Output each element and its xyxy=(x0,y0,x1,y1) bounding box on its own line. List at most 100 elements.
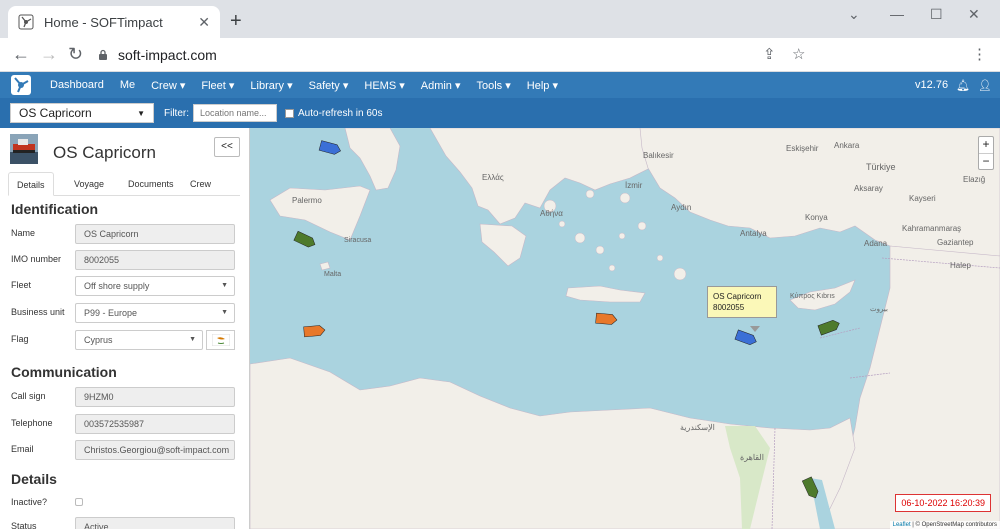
back-icon[interactable]: ← xyxy=(12,44,30,65)
close-window-icon[interactable]: ✕ xyxy=(968,6,980,23)
nav-tools[interactable]: Tools ▾ xyxy=(477,79,511,92)
vessel-title: OS Capricorn xyxy=(53,143,156,162)
reload-icon[interactable]: ↻ xyxy=(68,44,83,65)
details-heading: Details xyxy=(11,471,57,487)
logo-icon xyxy=(11,75,31,95)
email-label: Email xyxy=(11,444,34,454)
identification-heading: Identification xyxy=(11,201,99,217)
zoom-out-button[interactable]: − xyxy=(979,153,993,169)
vessel-header: OS Capricorn << xyxy=(10,134,240,170)
browser-tabstrip: Home - SOFTimpact ✕ + ⌄ — ☐ ✕ xyxy=(0,0,1000,38)
url-text: soft-impact.com xyxy=(118,47,217,63)
flag-select[interactable]: Cyprus ▼ xyxy=(75,330,203,350)
nav-help[interactable]: Help ▾ xyxy=(527,79,558,92)
autorefresh-checkbox[interactable] xyxy=(285,108,294,118)
telephone-label: Telephone xyxy=(11,418,53,428)
softimpact-logo[interactable] xyxy=(6,72,36,98)
label-turkiye: Türkiye xyxy=(866,162,896,172)
chevron-down-icon: ▼ xyxy=(137,108,145,118)
label-ankara: Ankara xyxy=(834,141,860,150)
nav-dashboard[interactable]: Dashboard xyxy=(50,79,104,91)
imo-row: IMO number 8002055 xyxy=(11,250,236,270)
label-malta: Malta xyxy=(324,271,341,278)
nav-fleet[interactable]: Fleet ▾ xyxy=(201,79,234,92)
name-field[interactable]: OS Capricorn xyxy=(75,224,235,244)
inactive-row: Inactive? xyxy=(11,493,236,513)
telephone-field[interactable]: 003572535987 xyxy=(75,414,235,434)
nav-me[interactable]: Me xyxy=(120,79,135,91)
location-filter-input[interactable] xyxy=(193,104,277,122)
address-bar: ← → ↻ soft-impact.com ⇪ ☆ ⋮ xyxy=(0,38,1000,72)
vessel-select[interactable]: OS Capricorn ▼ xyxy=(10,103,154,123)
share-icon[interactable]: ⇪ xyxy=(763,45,776,63)
lock-icon xyxy=(99,49,107,60)
tab-details[interactable]: Details xyxy=(8,172,54,196)
business-unit-select[interactable]: P99 - Europe ▼ xyxy=(75,303,235,323)
map-attribution: Leaflet | © OpenStreetMap contributors xyxy=(889,521,1000,529)
label-antalya: Antalya xyxy=(740,229,767,238)
label-athens: Αθήνα xyxy=(540,209,563,218)
label-elazig: Elazığ xyxy=(963,175,985,184)
tab-search-icon[interactable]: ⌄ xyxy=(848,6,860,23)
vessel-popup[interactable]: OS Capricorn 8002055 xyxy=(707,286,777,318)
label-beirut: بيروت xyxy=(870,306,888,313)
bookmark-star-icon[interactable]: ☆ xyxy=(792,45,805,63)
communication-heading: Communication xyxy=(11,364,117,380)
browser-tab[interactable]: Home - SOFTimpact ✕ xyxy=(8,6,220,38)
filter-label: Filter: xyxy=(164,107,189,119)
label-aksaray: Aksaray xyxy=(854,184,883,193)
forward-icon[interactable]: → xyxy=(40,44,58,65)
business-unit-label: Business unit xyxy=(11,307,65,317)
collapse-panel-button[interactable]: << xyxy=(214,137,240,157)
panel-tabs: Details Voyage Documents Crew xyxy=(8,172,240,196)
cyprus-flag-icon xyxy=(206,330,235,350)
tab-title: Home - SOFTimpact xyxy=(44,14,163,30)
label-cairo: القاهرة xyxy=(740,453,764,462)
status-field[interactable]: Active xyxy=(75,517,235,529)
fleet-map[interactable]: Balıkesir Türkiye Eskişehir Ankara Aksar… xyxy=(250,128,1000,529)
autorefresh-label: Auto-refresh in 60s xyxy=(298,107,383,119)
omnibox[interactable]: soft-impact.com xyxy=(98,42,898,68)
nav-admin[interactable]: Admin ▾ xyxy=(421,79,461,92)
imo-field[interactable]: 8002055 xyxy=(75,250,235,270)
vessel-select-value: OS Capricorn xyxy=(19,106,92,120)
nav-library[interactable]: Library ▾ xyxy=(250,79,292,92)
business-unit-value: P99 - Europe xyxy=(84,308,138,318)
leaflet-link[interactable]: Leaflet xyxy=(893,522,911,528)
callsign-field[interactable]: 9HZM0 xyxy=(75,387,235,407)
label-aydin: Aydın xyxy=(671,203,691,212)
chevron-down-icon: ▼ xyxy=(189,336,196,343)
popup-tail xyxy=(750,326,760,332)
map-canvas[interactable]: Balıkesir Türkiye Eskişehir Ankara Aksar… xyxy=(250,128,1000,529)
tab-voyage[interactable]: Voyage xyxy=(66,172,112,196)
nav-safety[interactable]: Safety ▾ xyxy=(309,79,349,92)
new-tab-icon[interactable]: + xyxy=(230,10,242,33)
inactive-checkbox[interactable] xyxy=(75,498,83,506)
fleet-select[interactable]: Off shore supply ▼ xyxy=(75,276,235,296)
app-navbar: Dashboard Me Crew ▾ Fleet ▾ Library ▾ Sa… xyxy=(0,72,1000,98)
maximize-icon[interactable]: ☐ xyxy=(930,6,943,23)
email-field[interactable]: Christos.Georgiou@soft-impact.com xyxy=(75,440,235,460)
label-palermo: Palermo xyxy=(292,196,322,205)
minimize-icon[interactable]: — xyxy=(890,6,904,22)
name-row: Name OS Capricorn xyxy=(11,224,236,244)
imo-label: IMO number xyxy=(11,254,62,264)
name-label: Name xyxy=(11,228,36,238)
label-balikesir: Balıkesir xyxy=(643,151,674,160)
callsign-label: Call sign xyxy=(11,391,46,401)
status-label: Status xyxy=(11,521,37,529)
tab-close-icon[interactable]: ✕ xyxy=(198,14,210,31)
bell-icon[interactable]: 🔔︎ xyxy=(956,79,970,92)
label-izmir: İzmir xyxy=(625,181,643,190)
nav-hems[interactable]: HEMS ▾ xyxy=(364,79,404,92)
tab-crew[interactable]: Crew xyxy=(182,172,219,196)
user-icon[interactable]: 👤︎ xyxy=(978,79,992,92)
browser-menu-icon[interactable]: ⋮ xyxy=(972,45,987,63)
inactive-label: Inactive? xyxy=(11,497,48,507)
label-halep: Halep xyxy=(950,261,971,270)
fleet-row: Fleet Off shore supply ▼ xyxy=(11,276,236,296)
tab-documents[interactable]: Documents xyxy=(120,172,182,196)
nav-crew[interactable]: Crew ▾ xyxy=(151,79,185,92)
zoom-in-button[interactable]: + xyxy=(979,137,993,153)
chevron-down-icon: ▼ xyxy=(221,282,228,289)
